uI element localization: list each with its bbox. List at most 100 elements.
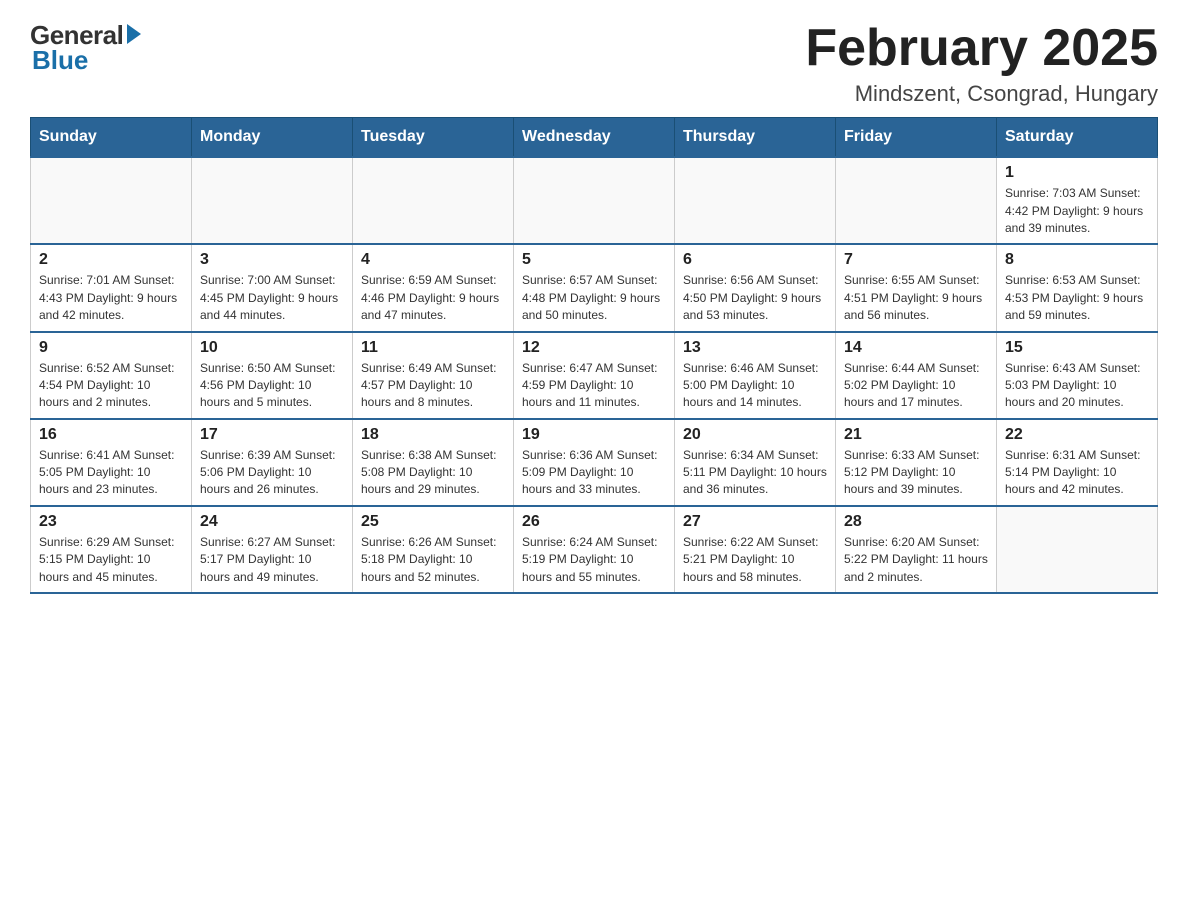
calendar-day-cell: 14 Sunrise: 6:44 AM Sunset: 5:02 PM Dayli… bbox=[836, 332, 997, 419]
day-info: Sunrise: 7:00 AM Sunset: 4:45 PM Dayligh… bbox=[200, 272, 344, 324]
calendar-day-header: Monday bbox=[192, 118, 353, 158]
day-info: Sunrise: 6:57 AM Sunset: 4:48 PM Dayligh… bbox=[522, 272, 666, 324]
calendar-day-cell: 18 Sunrise: 6:38 AM Sunset: 5:08 PM Dayli… bbox=[353, 419, 514, 506]
logo: General Blue bbox=[30, 20, 141, 76]
day-info: Sunrise: 6:38 AM Sunset: 5:08 PM Dayligh… bbox=[361, 447, 505, 499]
month-title: February 2025 bbox=[805, 20, 1158, 77]
day-info: Sunrise: 6:26 AM Sunset: 5:18 PM Dayligh… bbox=[361, 534, 505, 586]
day-number: 22 bbox=[1005, 426, 1149, 444]
calendar-day-header: Tuesday bbox=[353, 118, 514, 158]
day-number: 25 bbox=[361, 513, 505, 531]
calendar-day-header: Wednesday bbox=[514, 118, 675, 158]
calendar-week-row: 2 Sunrise: 7:01 AM Sunset: 4:43 PM Daylig… bbox=[31, 244, 1158, 331]
calendar-day-cell: 19 Sunrise: 6:36 AM Sunset: 5:09 PM Dayli… bbox=[514, 419, 675, 506]
calendar-day-cell: 20Sunrise: 6:34 AM Sunset: 5:11 PM Dayli… bbox=[675, 419, 836, 506]
calendar-day-cell: 3Sunrise: 7:00 AM Sunset: 4:45 PM Daylig… bbox=[192, 244, 353, 331]
calendar-day-cell: 28 Sunrise: 6:20 AM Sunset: 5:22 PM Dayli… bbox=[836, 506, 997, 593]
day-info: Sunrise: 7:01 AM Sunset: 4:43 PM Dayligh… bbox=[39, 272, 183, 324]
calendar-day-header: Sunday bbox=[31, 118, 192, 158]
logo-blue-text: Blue bbox=[32, 45, 88, 76]
day-info: Sunrise: 6:22 AM Sunset: 5:21 PM Dayligh… bbox=[683, 534, 827, 586]
day-info: Sunrise: 6:53 AM Sunset: 4:53 PM Dayligh… bbox=[1005, 272, 1149, 324]
day-number: 1 bbox=[1005, 164, 1149, 182]
calendar-day-cell: 11 Sunrise: 6:49 AM Sunset: 4:57 PM Dayli… bbox=[353, 332, 514, 419]
day-number: 17 bbox=[200, 426, 344, 444]
calendar-day-cell: 15 Sunrise: 6:43 AM Sunset: 5:03 PM Dayli… bbox=[997, 332, 1158, 419]
day-info: Sunrise: 6:29 AM Sunset: 5:15 PM Dayligh… bbox=[39, 534, 183, 586]
day-number: 5 bbox=[522, 251, 666, 269]
day-number: 28 bbox=[844, 513, 988, 531]
calendar-day-cell: 5 Sunrise: 6:57 AM Sunset: 4:48 PM Daylig… bbox=[514, 244, 675, 331]
title-section: February 2025 Mindszent, Csongrad, Hunga… bbox=[805, 20, 1158, 107]
calendar-day-header: Friday bbox=[836, 118, 997, 158]
calendar-day-cell: 4Sunrise: 6:59 AM Sunset: 4:46 PM Daylig… bbox=[353, 244, 514, 331]
logo-arrow-icon bbox=[127, 24, 141, 44]
day-number: 24 bbox=[200, 513, 344, 531]
calendar-day-cell bbox=[31, 157, 192, 244]
calendar-day-cell bbox=[675, 157, 836, 244]
day-number: 16 bbox=[39, 426, 183, 444]
day-info: Sunrise: 6:34 AM Sunset: 5:11 PM Dayligh… bbox=[683, 447, 827, 499]
day-number: 10 bbox=[200, 339, 344, 357]
day-info: Sunrise: 6:31 AM Sunset: 5:14 PM Dayligh… bbox=[1005, 447, 1149, 499]
day-info: Sunrise: 6:47 AM Sunset: 4:59 PM Dayligh… bbox=[522, 360, 666, 412]
day-number: 7 bbox=[844, 251, 988, 269]
calendar-day-cell: 22 Sunrise: 6:31 AM Sunset: 5:14 PM Dayli… bbox=[997, 419, 1158, 506]
calendar-day-cell bbox=[514, 157, 675, 244]
calendar-day-cell: 26Sunrise: 6:24 AM Sunset: 5:19 PM Dayli… bbox=[514, 506, 675, 593]
day-number: 21 bbox=[844, 426, 988, 444]
day-info: Sunrise: 6:33 AM Sunset: 5:12 PM Dayligh… bbox=[844, 447, 988, 499]
calendar-day-cell: 25 Sunrise: 6:26 AM Sunset: 5:18 PM Dayli… bbox=[353, 506, 514, 593]
calendar-day-cell: 27 Sunrise: 6:22 AM Sunset: 5:21 PM Dayli… bbox=[675, 506, 836, 593]
day-info: Sunrise: 6:41 AM Sunset: 5:05 PM Dayligh… bbox=[39, 447, 183, 499]
calendar-day-cell: 24Sunrise: 6:27 AM Sunset: 5:17 PM Dayli… bbox=[192, 506, 353, 593]
calendar-day-cell: 7 Sunrise: 6:55 AM Sunset: 4:51 PM Daylig… bbox=[836, 244, 997, 331]
calendar-day-header: Thursday bbox=[675, 118, 836, 158]
day-info: Sunrise: 6:49 AM Sunset: 4:57 PM Dayligh… bbox=[361, 360, 505, 412]
day-number: 19 bbox=[522, 426, 666, 444]
calendar-day-cell: 17 Sunrise: 6:39 AM Sunset: 5:06 PM Dayli… bbox=[192, 419, 353, 506]
calendar-table: SundayMondayTuesdayWednesdayThursdayFrid… bbox=[30, 117, 1158, 594]
day-number: 12 bbox=[522, 339, 666, 357]
day-info: Sunrise: 6:44 AM Sunset: 5:02 PM Dayligh… bbox=[844, 360, 988, 412]
calendar-week-row: 16 Sunrise: 6:41 AM Sunset: 5:05 PM Dayli… bbox=[31, 419, 1158, 506]
day-info: Sunrise: 6:36 AM Sunset: 5:09 PM Dayligh… bbox=[522, 447, 666, 499]
calendar-day-cell: 23Sunrise: 6:29 AM Sunset: 5:15 PM Dayli… bbox=[31, 506, 192, 593]
day-number: 13 bbox=[683, 339, 827, 357]
day-number: 6 bbox=[683, 251, 827, 269]
location-subtitle: Mindszent, Csongrad, Hungary bbox=[805, 81, 1158, 107]
day-number: 14 bbox=[844, 339, 988, 357]
calendar-day-cell bbox=[997, 506, 1158, 593]
day-number: 18 bbox=[361, 426, 505, 444]
day-number: 11 bbox=[361, 339, 505, 357]
calendar-day-cell: 16 Sunrise: 6:41 AM Sunset: 5:05 PM Dayli… bbox=[31, 419, 192, 506]
day-info: Sunrise: 6:20 AM Sunset: 5:22 PM Dayligh… bbox=[844, 534, 988, 586]
calendar-day-cell bbox=[353, 157, 514, 244]
day-info: Sunrise: 6:56 AM Sunset: 4:50 PM Dayligh… bbox=[683, 272, 827, 324]
calendar-day-cell bbox=[192, 157, 353, 244]
day-number: 2 bbox=[39, 251, 183, 269]
calendar-day-cell: 12 Sunrise: 6:47 AM Sunset: 4:59 PM Dayli… bbox=[514, 332, 675, 419]
calendar-day-header: Saturday bbox=[997, 118, 1158, 158]
calendar-day-cell: 6 Sunrise: 6:56 AM Sunset: 4:50 PM Daylig… bbox=[675, 244, 836, 331]
calendar-week-row: 23Sunrise: 6:29 AM Sunset: 5:15 PM Dayli… bbox=[31, 506, 1158, 593]
calendar-week-row: 1 Sunrise: 7:03 AM Sunset: 4:42 PM Daylig… bbox=[31, 157, 1158, 244]
calendar-day-cell: 2 Sunrise: 7:01 AM Sunset: 4:43 PM Daylig… bbox=[31, 244, 192, 331]
day-info: Sunrise: 7:03 AM Sunset: 4:42 PM Dayligh… bbox=[1005, 185, 1149, 237]
calendar-day-cell: 1 Sunrise: 7:03 AM Sunset: 4:42 PM Daylig… bbox=[997, 157, 1158, 244]
calendar-day-cell: 8Sunrise: 6:53 AM Sunset: 4:53 PM Daylig… bbox=[997, 244, 1158, 331]
day-info: Sunrise: 6:43 AM Sunset: 5:03 PM Dayligh… bbox=[1005, 360, 1149, 412]
calendar-day-cell: 21 Sunrise: 6:33 AM Sunset: 5:12 PM Dayli… bbox=[836, 419, 997, 506]
day-info: Sunrise: 6:52 AM Sunset: 4:54 PM Dayligh… bbox=[39, 360, 183, 412]
day-number: 4 bbox=[361, 251, 505, 269]
day-number: 15 bbox=[1005, 339, 1149, 357]
calendar-day-cell: 9Sunrise: 6:52 AM Sunset: 4:54 PM Daylig… bbox=[31, 332, 192, 419]
day-info: Sunrise: 6:39 AM Sunset: 5:06 PM Dayligh… bbox=[200, 447, 344, 499]
day-info: Sunrise: 6:46 AM Sunset: 5:00 PM Dayligh… bbox=[683, 360, 827, 412]
day-info: Sunrise: 6:50 AM Sunset: 4:56 PM Dayligh… bbox=[200, 360, 344, 412]
day-number: 27 bbox=[683, 513, 827, 531]
page-header: General Blue February 2025 Mindszent, Cs… bbox=[30, 20, 1158, 107]
day-info: Sunrise: 6:55 AM Sunset: 4:51 PM Dayligh… bbox=[844, 272, 988, 324]
calendar-day-cell bbox=[836, 157, 997, 244]
calendar-day-cell: 13 Sunrise: 6:46 AM Sunset: 5:00 PM Dayli… bbox=[675, 332, 836, 419]
